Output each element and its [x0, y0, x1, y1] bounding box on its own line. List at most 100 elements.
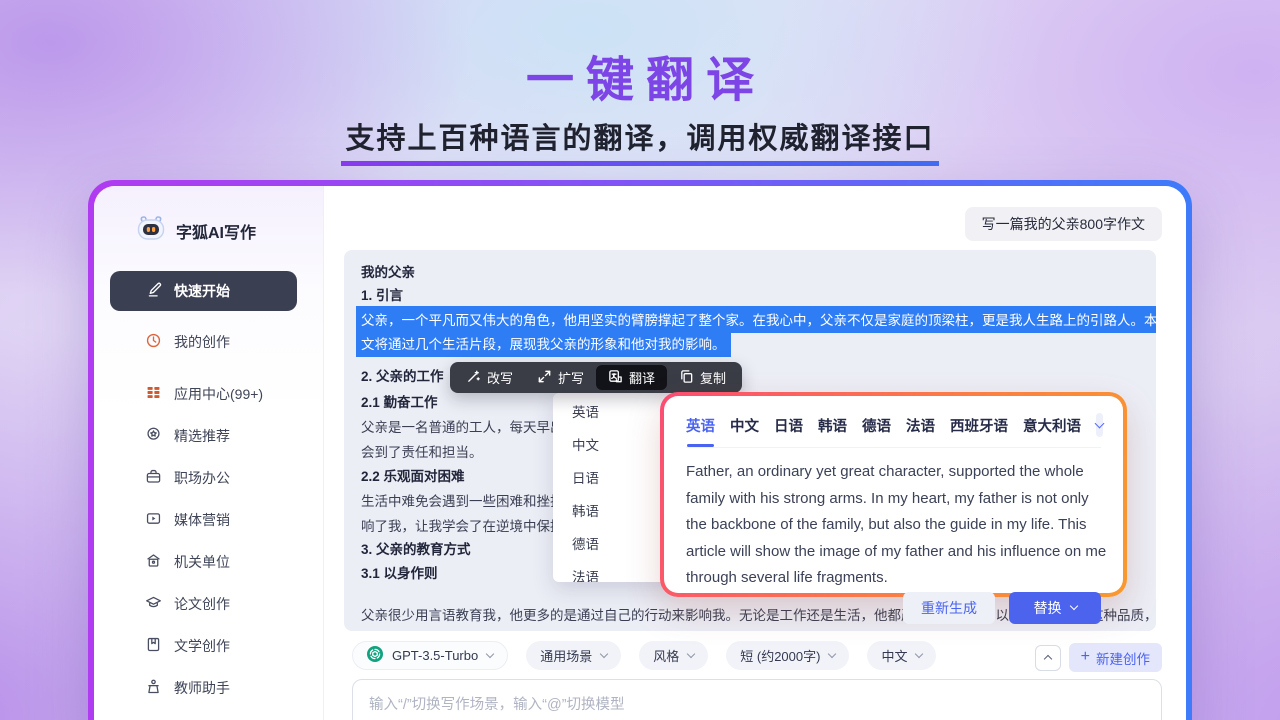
selection-toolbar: 改写 扩写 翻译 复制: [450, 362, 742, 393]
app-grid-icon: [145, 384, 162, 404]
plus-icon: +: [1081, 649, 1090, 665]
doc-heading-work1: 2.1 勤奋工作: [361, 391, 438, 411]
page-subtitle-wrap: 支持上百种语言的翻译，调用权威翻译接口: [0, 115, 1280, 166]
doc-paragraph: 父亲是一名普通的工人，每天早出: [361, 416, 564, 436]
composer-controls: GPT-3.5-Turbo 通用场景 风格 短 (约2000字) 中文: [352, 641, 936, 670]
building-icon: [145, 552, 162, 572]
translation-text: Father, an ordinary yet great character,…: [686, 459, 1110, 592]
page-title: 一键翻译: [0, 40, 1280, 110]
language-tabs: 英语 中文 日语 韩语 德语 法语 西班牙语 意大利语: [686, 413, 1101, 448]
output-language-label: 中文: [881, 646, 907, 665]
doc-heading-edu: 3. 父亲的教育方式: [361, 538, 471, 558]
prompt-chip[interactable]: 写一篇我的父亲800字作文: [965, 207, 1162, 241]
expand-label: 扩写: [558, 368, 584, 387]
chevron-down-icon: [600, 650, 608, 658]
chevron-down-icon: [828, 650, 836, 658]
tab-italian[interactable]: 意大利语: [1023, 415, 1081, 436]
length-select[interactable]: 短 (约2000字): [726, 641, 849, 670]
model-label: GPT-3.5-Turbo: [392, 648, 478, 663]
tab-german[interactable]: 德语: [862, 415, 891, 436]
expand-button[interactable]: 扩写: [525, 365, 596, 390]
sidebar-item-label: 快速开始: [174, 281, 230, 301]
doc-paragraph: 响了我，让我学会了在逆境中保持: [361, 515, 564, 535]
chevron-up-icon: [1043, 655, 1051, 663]
output-language-select[interactable]: 中文: [867, 641, 936, 670]
replace-label: 替换: [1034, 598, 1062, 618]
more-languages-button[interactable]: [1096, 413, 1103, 437]
sidebar-item-label: 我的创作: [174, 332, 230, 352]
tab-spanish[interactable]: 西班牙语: [950, 415, 1008, 436]
translate-icon: [608, 369, 623, 387]
translate-popup-body: 英语 中文 日语 韩语 德语 法语 西班牙语 意大利语 Father, an o…: [664, 396, 1123, 593]
new-creation-button[interactable]: + 新建创作: [1069, 643, 1162, 672]
doc-heading-work2: 2.2 乐观面对困难: [361, 465, 465, 485]
sidebar-item-teacher[interactable]: 教师助手: [94, 667, 323, 709]
expand-arrows-icon: [537, 369, 552, 387]
tab-english[interactable]: 英语: [686, 415, 715, 436]
tab-french[interactable]: 法语: [906, 415, 935, 436]
sidebar-item-featured[interactable]: 精选推荐: [94, 415, 323, 457]
sidebar-item-literature[interactable]: 文学创作: [94, 625, 323, 667]
chevron-down-icon: [1095, 419, 1105, 429]
doc-heading-intro: 1. 引言: [361, 284, 403, 304]
model-select[interactable]: GPT-3.5-Turbo: [352, 641, 508, 670]
regenerate-button[interactable]: 重新生成: [903, 592, 995, 624]
sidebar-item-label: 媒体营销: [174, 510, 230, 530]
sidebar-item-label: 机关单位: [174, 552, 230, 572]
doc-heading-edu1: 3.1 以身作则: [361, 562, 438, 582]
sidebar-item-workplace[interactable]: 职场办公: [94, 457, 323, 499]
sidebar-item-app-center[interactable]: 应用中心(99+): [94, 373, 323, 415]
chevron-down-icon: [915, 650, 923, 658]
translate-button[interactable]: 翻译: [596, 365, 667, 390]
style-select[interactable]: 风格: [639, 641, 708, 670]
sidebar: 字狐AI写作 快速开始 我的创作: [94, 186, 324, 720]
composer-input[interactable]: [352, 679, 1162, 720]
sidebar-item-my-creations[interactable]: 我的创作: [94, 321, 323, 363]
robot-logo-icon: [136, 214, 166, 247]
doc-paragraph: 生活中难免会遇到一些困难和挫折: [361, 490, 564, 510]
clock-icon: [145, 332, 162, 352]
tab-chinese[interactable]: 中文: [730, 415, 759, 436]
length-label: 短 (约2000字): [740, 646, 820, 665]
star-badge-icon: [145, 426, 162, 446]
sidebar-item-government[interactable]: 机关单位: [94, 541, 323, 583]
sidebar-item-media[interactable]: 媒体营销: [94, 499, 323, 541]
style-label: 风格: [653, 646, 679, 665]
tab-korean[interactable]: 韩语: [818, 415, 847, 436]
sidebar-item-label: 论文创作: [174, 594, 230, 614]
sidebar-item-thesis[interactable]: 论文创作: [94, 583, 323, 625]
popup-actions: 重新生成 替换: [686, 592, 1101, 624]
translate-popup: 英语 中文 日语 韩语 德语 法语 西班牙语 意大利语 Father, an o…: [660, 392, 1127, 597]
scene-select[interactable]: 通用场景: [526, 641, 621, 670]
page-subtitle: 支持上百种语言的翻译，调用权威翻译接口: [341, 115, 938, 166]
openai-logo-icon: [367, 646, 383, 665]
app-logo: 字狐AI写作: [94, 214, 323, 247]
scene-label: 通用场景: [540, 646, 592, 665]
magic-wand-icon: [466, 369, 481, 387]
translate-label: 翻译: [629, 368, 655, 387]
composer-right-controls: + 新建创作: [1035, 643, 1162, 672]
chevron-down-icon: [687, 650, 695, 658]
tab-japanese[interactable]: 日语: [774, 415, 803, 436]
doc-title: 我的父亲: [361, 261, 415, 281]
app-name: 字狐AI写作: [176, 219, 256, 243]
copy-button[interactable]: 复制: [667, 365, 738, 390]
sidebar-item-label: 应用中心(99+): [174, 384, 263, 404]
briefcase-icon: [145, 468, 162, 488]
pen-icon: [146, 281, 163, 301]
page: 一键翻译 支持上百种语言的翻译，调用权威翻译接口: [0, 0, 1280, 720]
copy-label: 复制: [700, 368, 726, 387]
selected-text-line2[interactable]: 文将通过几个生活片段，展现我父亲的形象和他对我的影响。: [356, 330, 731, 357]
rewrite-button[interactable]: 改写: [454, 365, 525, 390]
doc-paragraph: 会到了责任和担当。: [361, 441, 483, 461]
graduation-cap-icon: [145, 594, 162, 614]
copy-icon: [679, 369, 694, 387]
sidebar-item-label: 文学创作: [174, 636, 230, 656]
selected-text-line1[interactable]: 父亲，一个平凡而又伟大的角色，他用坚实的臂膀撑起了整个家。在我心中，父亲不仅是家…: [356, 306, 1156, 333]
sidebar-item-label: 职场办公: [174, 468, 230, 488]
new-creation-label: 新建创作: [1096, 648, 1150, 668]
collapse-button[interactable]: [1035, 645, 1061, 671]
sidebar-item-quick-start[interactable]: 快速开始: [110, 271, 297, 311]
replace-button[interactable]: 替换: [1009, 592, 1101, 624]
chevron-down-icon: [1069, 602, 1077, 610]
